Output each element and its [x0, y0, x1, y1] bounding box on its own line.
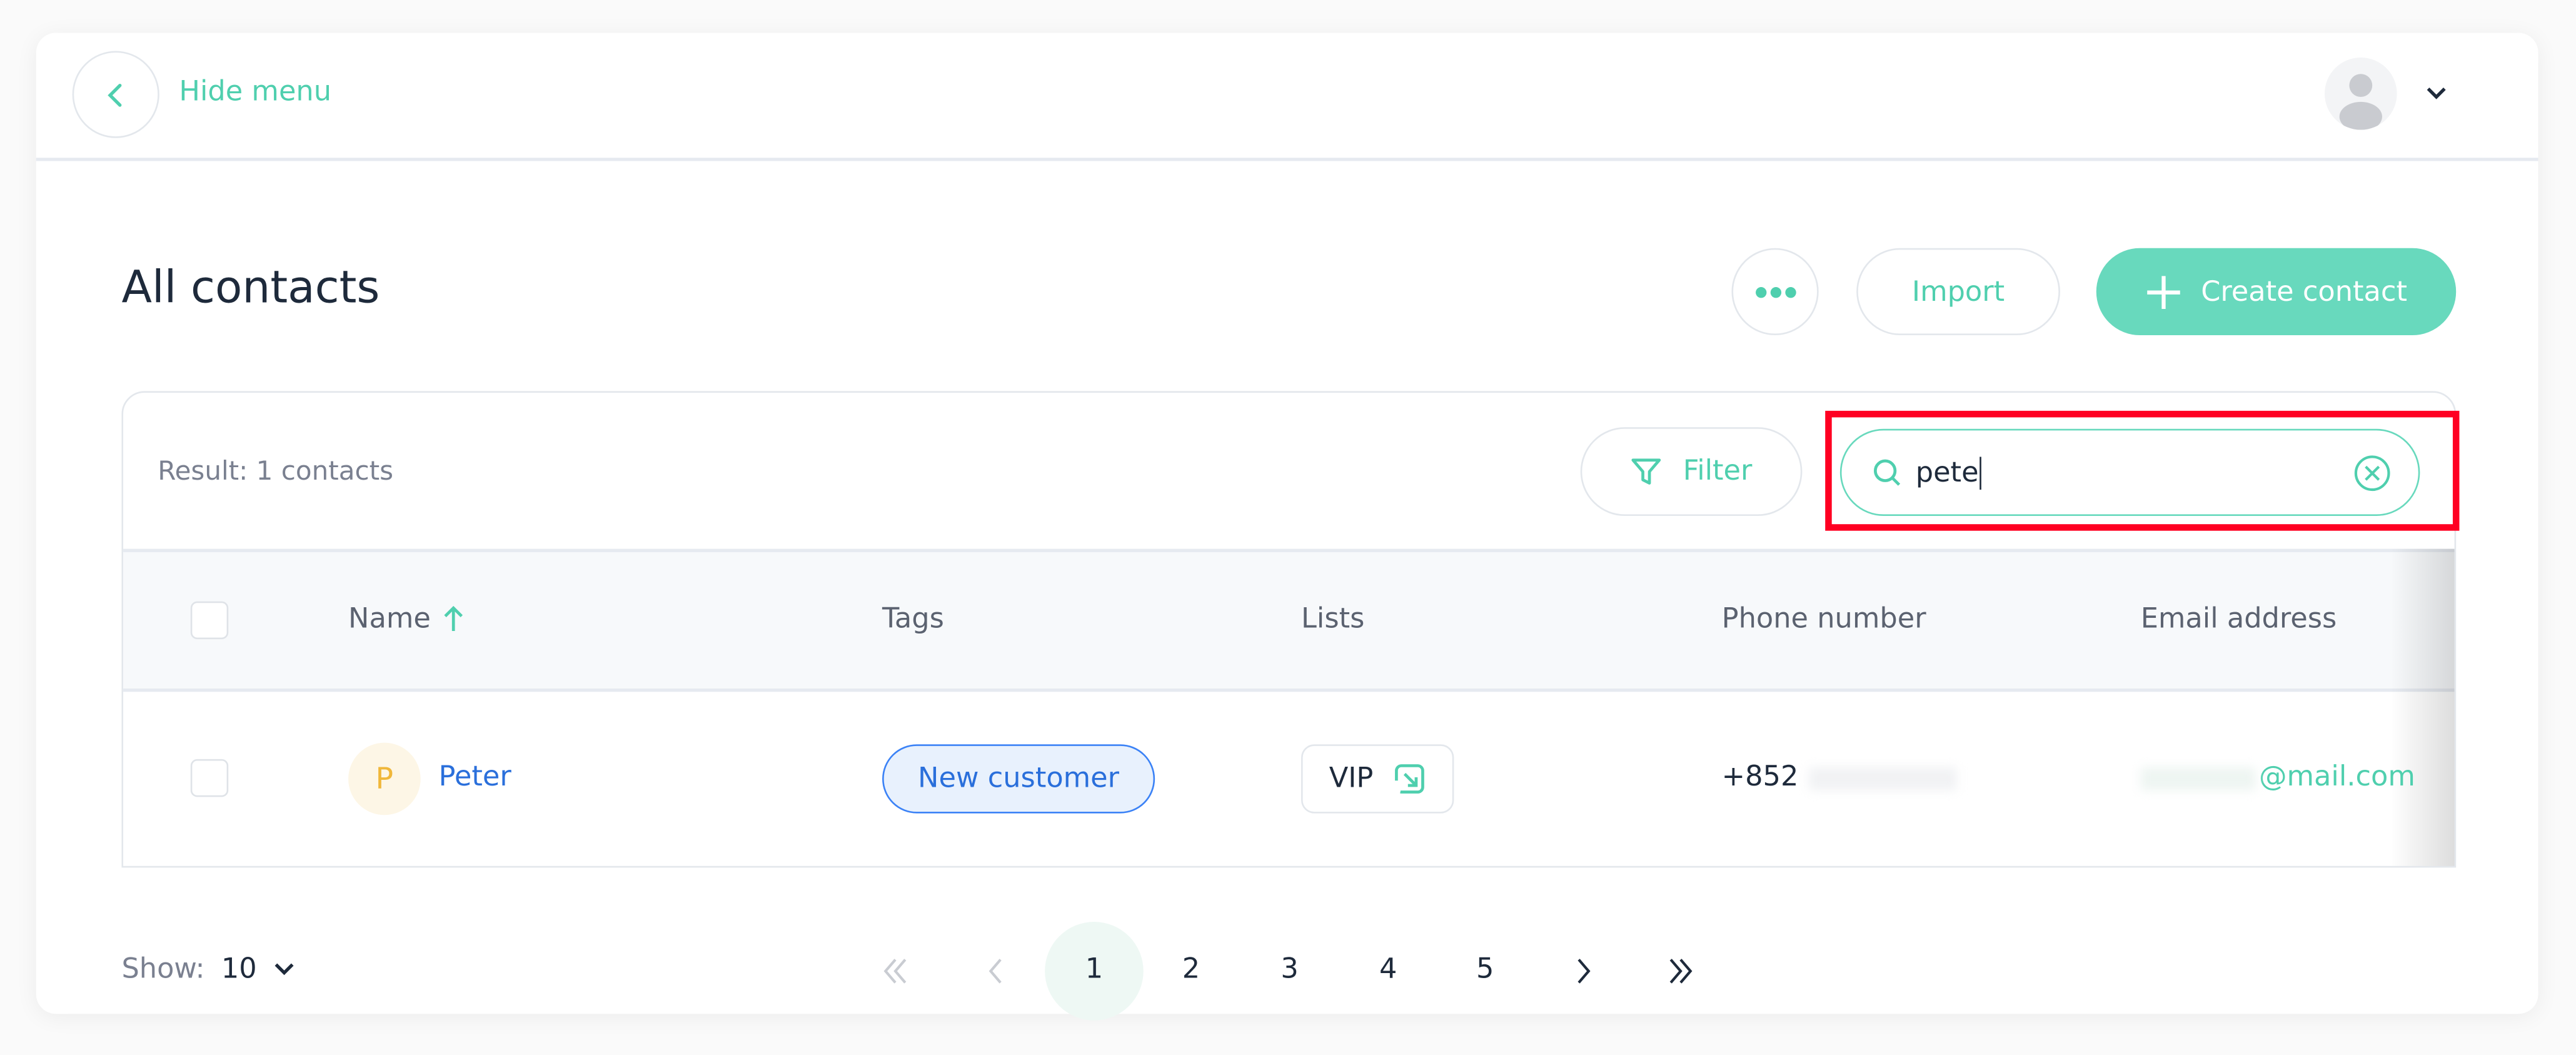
select-all-checkbox[interactable] [190, 601, 229, 640]
header-divider [36, 158, 2538, 161]
chevron-down-icon[interactable] [2423, 84, 2450, 104]
result-count: Result: 1 contacts [158, 455, 394, 487]
page-5-button[interactable]: 5 [1461, 953, 1510, 986]
row-checkbox[interactable] [190, 759, 229, 797]
chevron-left-icon [107, 83, 121, 106]
import-button[interactable]: Import [1856, 248, 2060, 336]
list-label: VIP [1329, 762, 1374, 795]
contact-phone: +852 [1722, 761, 1956, 794]
page-size-select[interactable]: Show: 10 [121, 953, 296, 986]
search-input[interactable]: pete [1839, 428, 2420, 517]
email-domain: @mail.com [2258, 760, 2415, 794]
contact-email[interactable]: @mail.com [2140, 760, 2415, 794]
page-3-button[interactable]: 3 [1265, 953, 1314, 986]
first-page-icon[interactable] [879, 955, 912, 988]
clear-search-icon[interactable] [2353, 453, 2392, 492]
filter-button[interactable]: Filter [1580, 427, 1803, 517]
chevron-down-icon [275, 963, 294, 976]
column-header-phone: Phone number [1721, 603, 1926, 636]
list-link-icon [1394, 764, 1424, 794]
more-options-button[interactable] [1731, 248, 1819, 336]
column-header-lists: Lists [1301, 603, 1365, 636]
column-name-label: Name [348, 603, 431, 636]
redacted-phone [1808, 767, 1956, 790]
user-avatar[interactable] [2324, 57, 2397, 130]
import-label: Import [1911, 275, 2005, 308]
page-size-value: 10 [221, 952, 257, 986]
next-page-icon[interactable] [1567, 955, 1601, 988]
column-header-name[interactable]: Name [348, 603, 467, 636]
page-2-button[interactable]: 2 [1167, 953, 1216, 986]
page-title: All contacts [121, 263, 380, 314]
create-contact-button[interactable]: Create contact [2096, 248, 2457, 336]
list-badge[interactable]: VIP [1301, 744, 1454, 814]
user-icon [2339, 74, 2382, 130]
more-icon [1754, 286, 1796, 298]
table-header-row [123, 548, 2455, 692]
plus-icon [2146, 275, 2180, 308]
column-header-tags: Tags [882, 603, 944, 636]
filter-label: Filter [1683, 455, 1753, 488]
filter-icon [1632, 458, 1662, 485]
tag-badge[interactable]: New customer [882, 744, 1155, 814]
redacted-email [2140, 767, 2256, 790]
create-contact-label: Create contact [2201, 275, 2408, 308]
hide-menu-label[interactable]: Hide menu [179, 76, 331, 109]
hide-menu-button[interactable] [72, 51, 159, 138]
column-header-email: Email address [2140, 603, 2337, 636]
search-icon [1873, 458, 1901, 485]
search-value: pete [1916, 456, 1982, 489]
page-1-button[interactable]: 1 [1070, 953, 1119, 986]
previous-page-icon[interactable] [979, 955, 1012, 988]
scroll-shadow [2390, 548, 2455, 866]
sort-ascending-icon[interactable] [441, 605, 467, 634]
page-4-button[interactable]: 4 [1364, 953, 1413, 986]
phone-prefix: +852 [1721, 760, 1799, 794]
last-page-icon[interactable] [1664, 955, 1698, 988]
contact-avatar: P [348, 742, 421, 815]
show-label: Show: [121, 952, 205, 986]
contact-name-link[interactable]: Peter [439, 761, 511, 794]
